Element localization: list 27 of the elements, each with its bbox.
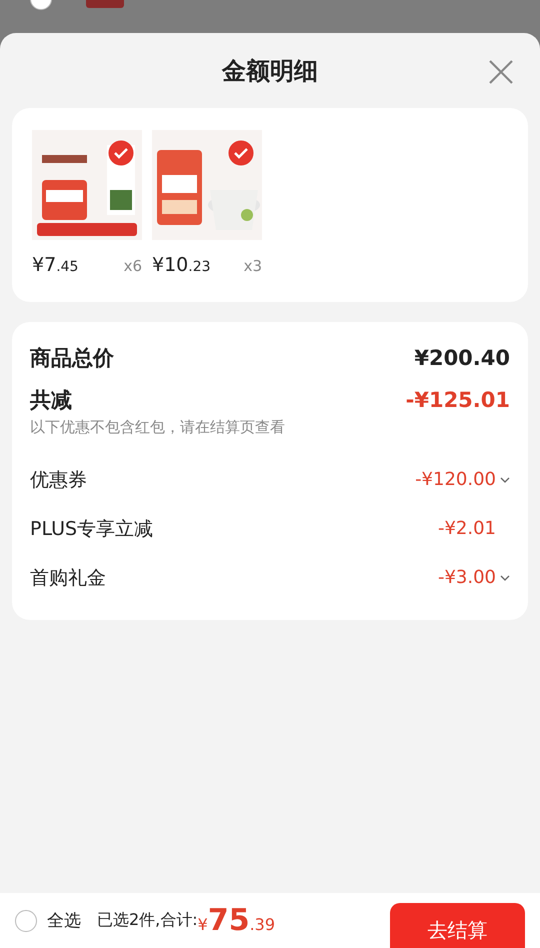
sheet-title: 金额明细 [222, 56, 318, 86]
select-all-checkbox[interactable] [15, 910, 37, 932]
discount-item-label: 优惠券 [30, 468, 87, 492]
discount-label: 共减 [30, 387, 72, 414]
check-icon[interactable] [108, 140, 134, 166]
product-quantity: x6 [124, 257, 142, 275]
discount-item-value: -¥120.00 [415, 469, 496, 490]
product-price: ¥7.45 [32, 254, 78, 276]
check-icon[interactable] [228, 140, 254, 166]
store-tag [86, 0, 124, 8]
discount-item-label: PLUS专享立减 [30, 516, 154, 542]
discount-item-value: -¥3.00 [438, 567, 496, 588]
chevron-down-icon[interactable] [500, 476, 510, 482]
total-amount: ¥75.39 [198, 903, 276, 938]
discount-item-value: -¥2.01 [438, 518, 496, 539]
product-quantity: x3 [244, 257, 262, 275]
chevron-down-icon[interactable] [500, 574, 510, 580]
total-label: 商品总价 [30, 345, 114, 372]
selected-count: 已选2件,合计: [97, 910, 198, 931]
product-price: ¥10.23 [152, 254, 211, 276]
discount-value: -¥125.01 [406, 388, 510, 412]
discount-item-label: 首购礼金 [30, 566, 106, 590]
select-all-label: 全选 [47, 910, 81, 932]
discount-note: 以下优惠不包含红包，请在结算页查看 [30, 418, 286, 437]
total-value: ¥200.40 [414, 346, 510, 370]
close-icon[interactable] [488, 59, 514, 85]
checkout-button[interactable]: 去结算 [390, 903, 525, 948]
